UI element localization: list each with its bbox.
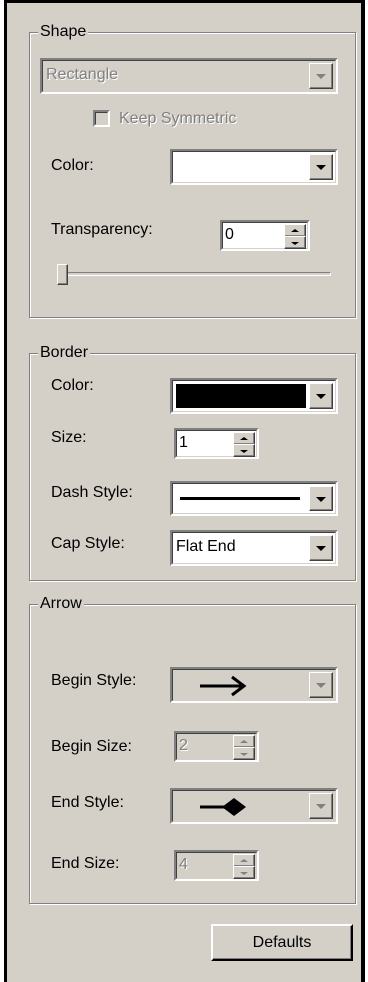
spin-down-icon [240,752,248,756]
shape-color-dropdown[interactable] [170,149,338,185]
spin-up-icon [240,739,248,743]
cap-style-dropdown[interactable]: Flat End [170,530,338,566]
border-legend: Border [38,343,91,363]
spin-down-icon [291,241,299,245]
border-size-label: Size: [51,429,87,446]
dash-style-dropdown-button[interactable] [309,486,333,511]
end-size-value: 4 [179,856,188,873]
border-color-label: Color: [51,377,94,394]
spin-up-icon [291,228,299,232]
shape-type-dropdown-button[interactable] [309,63,333,89]
properties-panel: Shape Rectangle Keep Symmetric Color: Tr… [4,0,365,982]
border-color-dropdown[interactable] [170,378,338,414]
begin-style-label: Begin Style: [51,672,137,689]
dash-style-solid-line [180,497,300,500]
cap-style-label: Cap Style: [51,535,125,552]
transparency-slider-track[interactable] [59,272,331,276]
border-color-dropdown-button[interactable] [309,383,333,409]
shape-color-label: Color: [51,157,94,174]
cap-style-dropdown-button[interactable] [309,535,333,561]
end-size-spinner[interactable]: 4 [174,850,259,881]
border-size-spinner[interactable]: 1 [174,428,259,459]
chevron-down-icon [316,496,326,502]
spin-down-icon [240,449,248,453]
defaults-button[interactable]: Defaults [211,924,353,961]
shape-type-value: Rectangle [46,66,119,83]
chevron-down-icon [316,394,326,399]
end-style-dropdown-button[interactable] [309,793,333,819]
chevron-down-icon [316,804,326,809]
shape-color-swatch [176,155,306,179]
transparency-value: 0 [225,226,234,243]
end-style-label: End Style: [51,794,124,811]
transparency-label: Transparency: [51,221,153,238]
diamond-arrow-icon [200,798,246,816]
cap-style-value: Flat End [176,538,236,555]
begin-size-label: Begin Size: [51,738,132,755]
spin-down-icon [240,871,248,875]
arrow-legend: Arrow [38,594,84,614]
spin-up-icon [240,858,248,862]
begin-style-dropdown[interactable] [170,667,338,703]
begin-size-spinner[interactable]: 2 [174,731,259,762]
begin-style-dropdown-button[interactable] [309,672,333,698]
begin-size-value: 2 [179,737,188,754]
end-size-down-button[interactable] [233,866,255,879]
transparency-slider-thumb[interactable] [57,264,68,285]
chevron-down-icon [316,546,326,551]
keep-symmetric-label: Keep Symmetric [119,110,237,127]
chevron-down-icon [316,74,326,79]
shape-legend: Shape [38,22,89,42]
chevron-down-icon [316,165,326,170]
border-size-value: 1 [179,434,188,451]
defaults-button-label: Defaults [252,934,312,951]
border-color-swatch [176,384,306,408]
shape-color-dropdown-button[interactable] [309,154,333,180]
dash-style-dropdown[interactable] [170,481,338,516]
begin-size-down-button[interactable] [233,747,255,760]
border-size-down-button[interactable] [233,444,255,457]
chevron-down-icon [316,683,326,688]
shape-type-dropdown[interactable]: Rectangle [40,58,338,94]
end-style-dropdown[interactable] [170,788,338,824]
transparency-down-button[interactable] [284,236,306,249]
spin-up-icon [240,436,248,440]
end-size-label: End Size: [51,855,120,872]
keep-symmetric-checkbox[interactable] [93,110,110,127]
arrow-right-icon [200,675,247,697]
dash-style-label: Dash Style: [51,484,133,501]
transparency-spinner[interactable]: 0 [220,220,310,251]
